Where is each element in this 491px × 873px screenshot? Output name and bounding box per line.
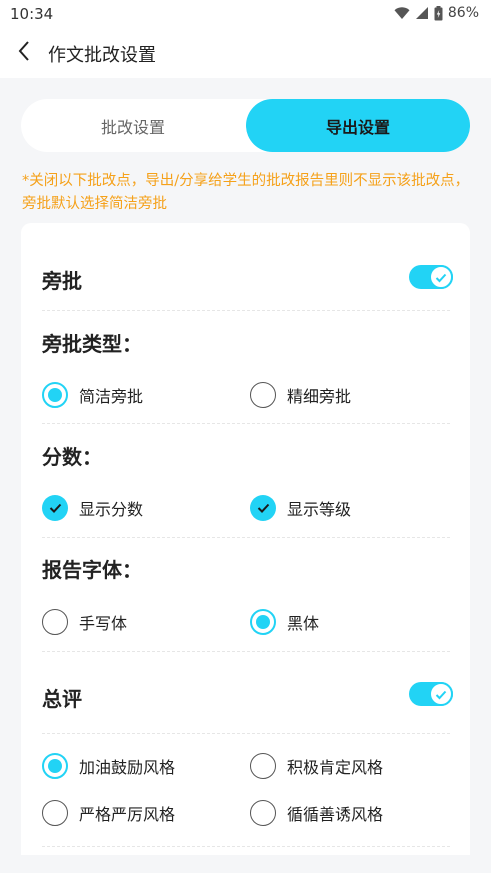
side-comment-toggle[interactable] bbox=[409, 265, 453, 289]
divider bbox=[42, 651, 450, 652]
overall-title: 总评 bbox=[42, 687, 82, 711]
bottom-background bbox=[0, 855, 491, 873]
divider bbox=[42, 423, 450, 424]
battery-level: 86% bbox=[447, 5, 479, 21]
settings-tabs: 批改设置 导出设置 bbox=[21, 99, 470, 152]
option-concise-comment[interactable]: 简洁旁批 bbox=[42, 381, 143, 409]
divider bbox=[42, 733, 450, 734]
font-title: 报告字体： bbox=[42, 558, 142, 582]
radio-button bbox=[42, 609, 68, 635]
radio-button bbox=[250, 609, 276, 635]
option-handwriting-font[interactable]: 手写体 bbox=[42, 608, 127, 636]
divider bbox=[42, 537, 450, 538]
status-time: 10:34 bbox=[10, 5, 54, 23]
option-strict-style[interactable]: 严格严厉风格 bbox=[42, 799, 175, 827]
option-detailed-comment[interactable]: 精细旁批 bbox=[250, 381, 351, 409]
signal-icon bbox=[415, 6, 429, 20]
radio-button bbox=[42, 753, 68, 779]
score-title: 分数： bbox=[42, 445, 102, 469]
radio-button bbox=[42, 800, 68, 826]
battery-icon bbox=[434, 5, 443, 21]
back-button[interactable] bbox=[10, 38, 38, 68]
wifi-icon bbox=[394, 6, 410, 20]
side-type-title: 旁批类型： bbox=[42, 332, 142, 356]
tab-review-settings[interactable]: 批改设置 bbox=[21, 99, 245, 152]
settings-card: 旁批 旁批类型： 简洁旁批 精细旁批 分数： 显示分数 显示等级 报告字体： 手… bbox=[21, 223, 470, 855]
divider bbox=[42, 846, 450, 847]
overall-toggle[interactable] bbox=[409, 682, 453, 706]
tab-export-settings[interactable]: 导出设置 bbox=[246, 99, 470, 152]
radio-button bbox=[250, 753, 276, 779]
radio-button bbox=[42, 382, 68, 408]
option-heiti-font[interactable]: 黑体 bbox=[250, 608, 319, 636]
option-show-score[interactable]: 显示分数 bbox=[42, 494, 143, 522]
option-positive-style[interactable]: 积极肯定风格 bbox=[250, 752, 383, 780]
side-comment-title: 旁批 bbox=[42, 269, 82, 293]
option-guiding-style[interactable]: 循循善诱风格 bbox=[250, 799, 383, 827]
check-icon bbox=[435, 268, 447, 287]
radio-button bbox=[250, 382, 276, 408]
status-bar: 10:34 86% bbox=[0, 0, 491, 28]
option-show-grade[interactable]: 显示等级 bbox=[250, 494, 351, 522]
page-title: 作文批改设置 bbox=[48, 45, 156, 66]
notice-text: *关闭以下批改点，导出/分享给学生的批改报告里则不显示该批改点，旁批默认选择简洁… bbox=[22, 173, 470, 212]
back-arrow-icon bbox=[17, 40, 31, 66]
checkbox-checked bbox=[250, 495, 276, 521]
divider bbox=[42, 310, 450, 311]
option-encouraging-style[interactable]: 加油鼓励风格 bbox=[42, 752, 175, 780]
radio-button bbox=[250, 800, 276, 826]
check-icon bbox=[435, 685, 447, 704]
status-indicators: 86% bbox=[394, 5, 479, 21]
app-bar: 作文批改设置 bbox=[0, 28, 491, 78]
checkbox-checked bbox=[42, 495, 68, 521]
